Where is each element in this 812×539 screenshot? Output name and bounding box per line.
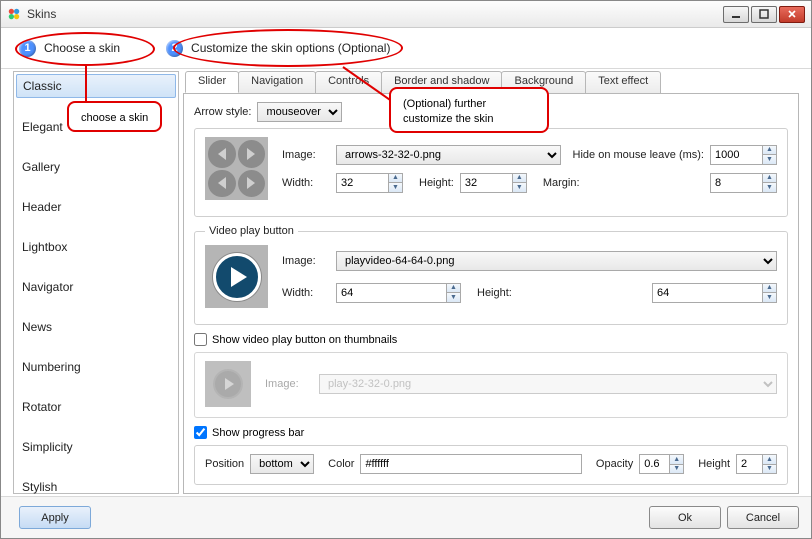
footer: Apply Ok Cancel — [1, 496, 811, 538]
video-play-legend: Video play button — [205, 225, 298, 237]
arrow-style-label: Arrow style: — [194, 106, 251, 118]
hide-on-leave-label: Hide on mouse leave (ms): — [573, 149, 704, 161]
sidebar-item-news[interactable]: News — [14, 314, 178, 340]
thumb-video-preview — [205, 361, 251, 407]
tab-border-and-shadow[interactable]: Border and shadow — [381, 71, 502, 93]
thumb-video-group: Image: play-32-32-0.png — [194, 352, 788, 418]
app-icon — [7, 7, 21, 21]
step-1-text: Choose a skin — [44, 41, 120, 55]
video-width-label: Width: — [282, 287, 330, 299]
progress-opacity-spinner[interactable]: ▲▼ — [639, 454, 684, 474]
tab-panel-slider: Arrow style: mouseover Image: arrows-32-… — [183, 93, 799, 494]
sidebar-item-elegant[interactable]: Elegant — [14, 114, 178, 140]
arrows-image-label: Image: — [282, 149, 330, 161]
arrows-height-label: Height: — [419, 177, 454, 189]
step-2: 2 Customize the skin options (Optional) — [166, 40, 390, 57]
steps-row: 1 Choose a skin 2 Customize the skin opt… — [1, 28, 811, 68]
tab-text-effect[interactable]: Text effect — [585, 71, 661, 93]
cancel-button[interactable]: Cancel — [727, 506, 799, 529]
progress-height-label: Height — [698, 458, 730, 470]
video-height-label: Height: — [477, 287, 512, 299]
video-width-spinner[interactable]: ▲▼ — [336, 283, 461, 303]
progress-height-spinner[interactable]: ▲▼ — [736, 454, 777, 474]
sidebar-item-numbering[interactable]: Numbering — [14, 354, 178, 380]
tab-slider[interactable]: Slider — [185, 71, 239, 93]
sidebar-item-stylish[interactable]: Stylish — [14, 474, 178, 496]
video-image-label: Image: — [282, 255, 330, 267]
video-image-select[interactable]: playvideo-64-64-0.png — [336, 251, 777, 271]
progress-checkbox[interactable]: Show progress bar — [194, 426, 304, 439]
sidebar-item-gallery[interactable]: Gallery — [14, 154, 178, 180]
sidebar-item-navigator[interactable]: Navigator — [14, 274, 178, 300]
ok-button[interactable]: Ok — [649, 506, 721, 529]
maximize-button[interactable] — [751, 6, 777, 23]
close-button[interactable] — [779, 6, 805, 23]
minimize-button[interactable] — [723, 6, 749, 23]
arrows-width-spinner[interactable]: ▲▼ — [336, 173, 403, 193]
progress-color-input[interactable] — [360, 454, 581, 474]
sidebar-item-simplicity[interactable]: Simplicity — [14, 434, 178, 460]
hide-on-leave-spinner[interactable]: ▲▼ — [710, 145, 777, 165]
arrow-style-select[interactable]: mouseover — [257, 102, 342, 122]
arrows-height-spinner[interactable]: ▲▼ — [460, 173, 527, 193]
tabs: SliderNavigationControlsBorder and shado… — [185, 71, 799, 93]
tab-controls[interactable]: Controls — [315, 71, 382, 93]
window-title: Skins — [27, 7, 723, 21]
step-2-badge: 2 — [166, 40, 183, 57]
step-1: 1 Choose a skin — [19, 40, 120, 57]
video-height-spinner[interactable]: ▲▼ — [652, 283, 777, 303]
arrows-group: Image: arrows-32-32-0.png Hide on mouse … — [194, 128, 788, 217]
progress-position-select[interactable]: bottom — [250, 454, 314, 474]
sidebar-item-classic[interactable]: Classic — [16, 74, 176, 98]
thumb-video-image-select: play-32-32-0.png — [319, 374, 777, 394]
sidebar-item-header[interactable]: Header — [14, 194, 178, 220]
skin-list: Classic Elegant Gallery Header Lightbox Navig… — [13, 71, 179, 494]
progress-color-label: Color — [328, 458, 354, 470]
thumb-video-checkbox[interactable]: Show video play button on thumbnails — [194, 333, 397, 346]
arrows-margin-label: Margin: — [543, 177, 580, 189]
progress-position-label: Position — [205, 458, 244, 470]
arrows-image-select[interactable]: arrows-32-32-0.png — [336, 145, 561, 165]
sidebar-item-lightbox[interactable]: Lightbox — [14, 234, 178, 260]
video-play-group: Video play button Image: playvideo-64-64… — [194, 225, 788, 325]
progress-opacity-label: Opacity — [596, 458, 633, 470]
tab-background[interactable]: Background — [501, 71, 586, 93]
progress-group: Position bottom Color Opacity ▲▼ Height … — [194, 445, 788, 485]
video-play-preview — [205, 245, 268, 308]
sidebar-item-rotator[interactable]: Rotator — [14, 394, 178, 420]
step-1-badge: 1 — [19, 40, 36, 57]
titlebar: Skins — [1, 1, 811, 28]
arrows-margin-spinner[interactable]: ▲▼ — [710, 173, 777, 193]
arrows-width-label: Width: — [282, 177, 330, 189]
arrows-preview — [205, 137, 268, 200]
thumb-video-image-label: Image: — [265, 378, 313, 390]
apply-button[interactable]: Apply — [19, 506, 91, 529]
step-2-text: Customize the skin options (Optional) — [191, 41, 390, 55]
tab-navigation[interactable]: Navigation — [238, 71, 316, 93]
